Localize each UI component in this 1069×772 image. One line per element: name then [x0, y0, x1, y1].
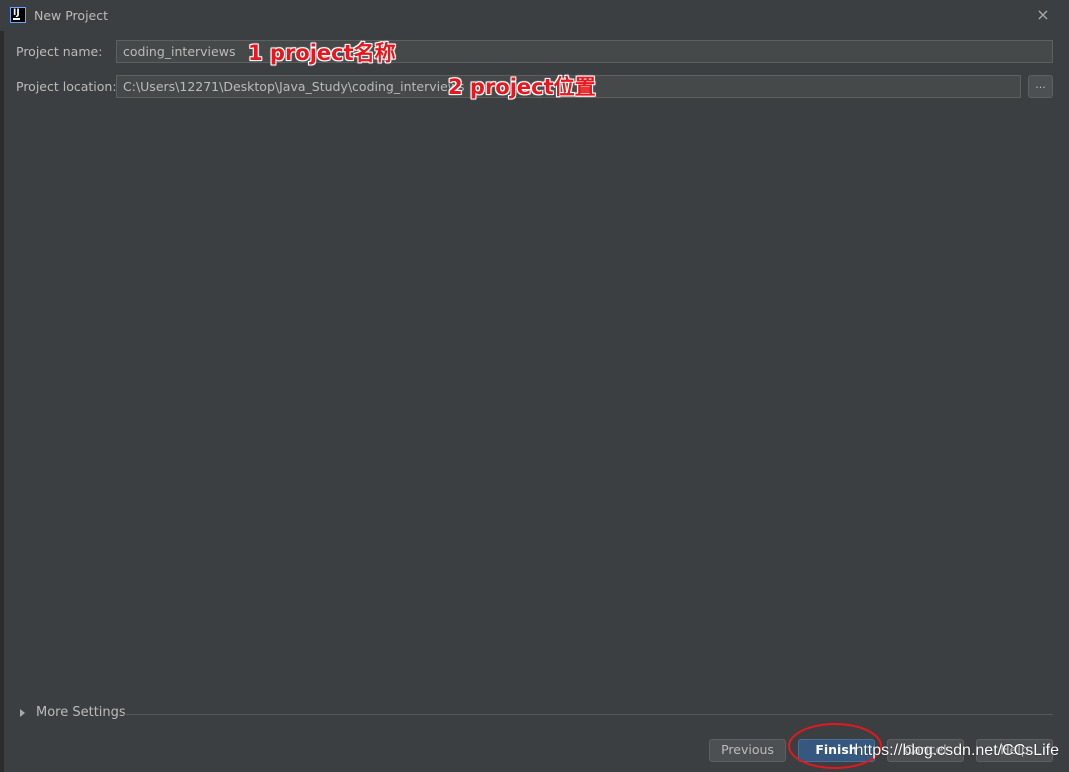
- window-title: New Project: [34, 8, 109, 23]
- annotation-project-name: 1 project名称: [248, 41, 396, 65]
- watermark: https://blog.csdn.net/CCsLife: [854, 742, 1059, 759]
- project-location-label: Project location:: [16, 79, 117, 94]
- window-edge: [0, 31, 4, 772]
- project-name-label: Project name:: [16, 44, 103, 59]
- intellij-idea-icon: IJ: [10, 7, 26, 23]
- annotation-project-location: 2 project位置: [448, 75, 596, 99]
- project-name-row: Project name: coding_interviews: [16, 40, 1053, 64]
- new-project-dialog: IJ New Project × Project name: coding_in…: [0, 0, 1069, 772]
- browse-button[interactable]: ...: [1028, 75, 1053, 98]
- title-bar: IJ New Project ×: [0, 0, 1069, 31]
- separator-line: [124, 714, 1053, 715]
- more-settings-section: More Settings: [20, 704, 1053, 724]
- close-icon[interactable]: ×: [1035, 5, 1051, 25]
- triangle-right-icon[interactable]: [20, 709, 25, 717]
- previous-button[interactable]: Previous: [709, 739, 786, 762]
- more-settings-toggle[interactable]: More Settings: [36, 705, 126, 720]
